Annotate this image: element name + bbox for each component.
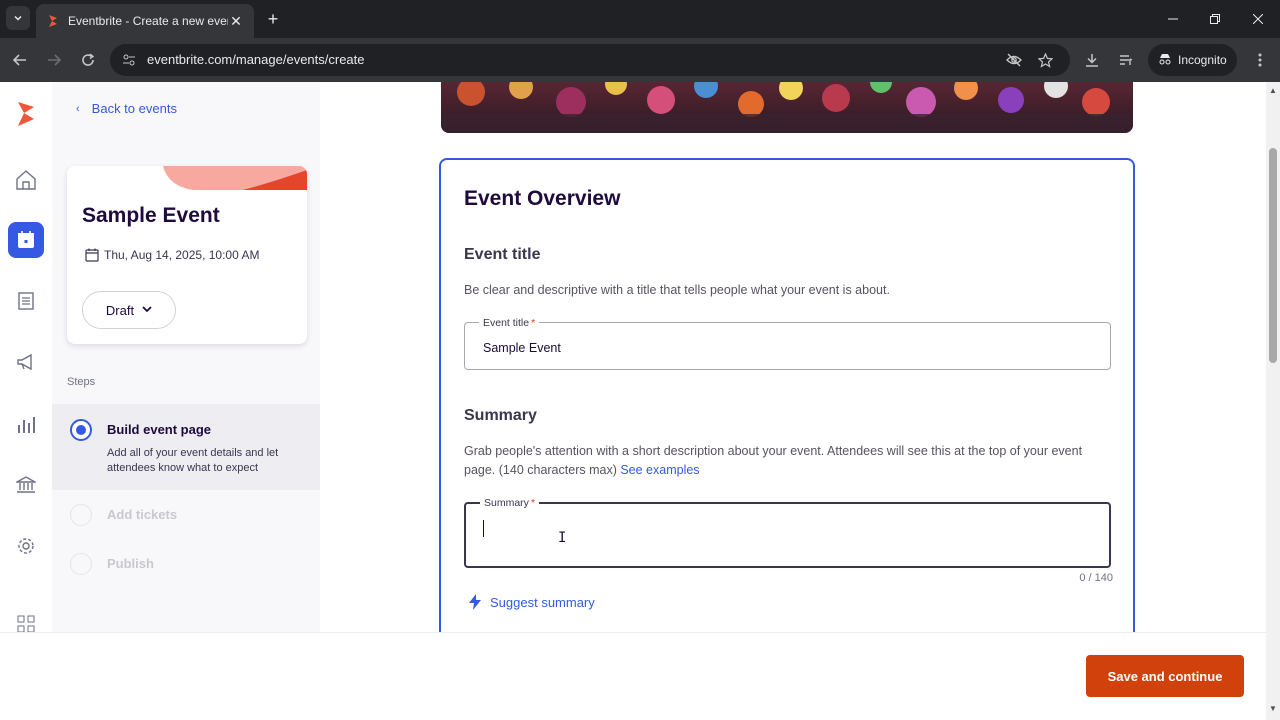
window-close-icon[interactable] (1247, 8, 1269, 30)
event-status-label: Draft (105, 302, 135, 318)
site-info-icon[interactable] (120, 51, 138, 69)
orders-list-icon[interactable] (8, 283, 44, 319)
home-icon[interactable] (8, 162, 44, 198)
incognito-indicator[interactable]: Incognito (1148, 44, 1237, 76)
suggest-summary-label: Suggest summary (490, 594, 595, 610)
download-icon[interactable] (1080, 48, 1104, 72)
tab-close-icon[interactable]: ✕ (228, 13, 244, 30)
eye-slash-icon[interactable] (1004, 50, 1024, 70)
browser-tab-bar: Eventbrite - Create a new event ✕ + (0, 0, 1280, 38)
address-bar[interactable]: eventbrite.com/manage/events/create (110, 44, 1070, 76)
step-title: Build event page (107, 422, 212, 437)
step-title: Publish (107, 556, 154, 571)
action-footer: Save and continue (0, 632, 1266, 720)
event-title-section-heading: Event title (464, 246, 541, 263)
event-sidebar: ‹ Back to events Sample Event Thu, Aug 1… (52, 82, 320, 632)
incognito-icon (1158, 53, 1172, 68)
summary-char-counter: 0 / 140 (1079, 572, 1113, 584)
scroll-up-arrow-icon[interactable]: ▲ (1266, 84, 1280, 96)
event-hero-image (441, 82, 1133, 133)
step-build-event-page[interactable]: Build event page Add all of your event d… (52, 404, 320, 490)
scroll-down-arrow-icon[interactable]: ▼ (1266, 702, 1280, 714)
back-to-events-link[interactable]: ‹ Back to events (76, 101, 177, 116)
browser-menu-kebab-icon[interactable] (1248, 48, 1272, 72)
step-add-tickets[interactable]: Add tickets (52, 500, 320, 530)
back-to-events-label: Back to events (91, 101, 177, 116)
chevron-down-icon (142, 305, 152, 316)
calendar-small-icon (85, 248, 99, 262)
event-title-help-text: Be clear and descriptive with a title th… (464, 283, 890, 297)
bookmark-star-icon[interactable] (1035, 50, 1055, 70)
main-content: Event Overview Event title Be clear and … (320, 82, 1268, 632)
step-description: Add all of your event details and let at… (107, 447, 279, 474)
suggest-summary-button[interactable]: Suggest summary (468, 594, 595, 610)
event-status-dropdown[interactable]: Draft (82, 291, 176, 329)
event-card-date: Thu, Aug 14, 2025, 10:00 AM (85, 248, 259, 262)
step-title: Add tickets (107, 507, 178, 522)
ibeam-cursor-icon: I (558, 530, 567, 546)
lightning-bolt-icon (469, 594, 481, 610)
eventbrite-app: ‹ Back to events Sample Event Thu, Aug 1… (0, 82, 1280, 720)
new-tab-button[interactable]: + (262, 8, 284, 30)
eventbrite-logo-icon[interactable] (14, 100, 38, 128)
minimize-icon[interactable] (1162, 8, 1184, 30)
card-banner-decoration (163, 166, 307, 190)
summary-textarea[interactable]: Summary * I (464, 497, 1111, 568)
step-radio-disabled-icon (70, 504, 92, 526)
reports-chart-icon[interactable] (8, 407, 44, 443)
reload-icon[interactable] (76, 48, 100, 72)
page-scrollbar[interactable]: ▲ ▼ (1266, 82, 1280, 720)
event-overview-card: Event Overview Event title Be clear and … (439, 158, 1135, 632)
media-queue-icon[interactable] (1114, 48, 1138, 72)
back-arrow-icon[interactable] (8, 48, 32, 72)
forward-arrow-icon[interactable] (42, 48, 66, 72)
scrollbar-thumb[interactable] (1269, 148, 1277, 363)
event-title-input-value[interactable]: Sample Event (483, 341, 561, 355)
settings-gear-icon[interactable] (8, 528, 44, 564)
summary-field-label: Summary * (480, 497, 540, 509)
tab-title: Eventbrite - Create a new event (68, 14, 228, 28)
incognito-label: Incognito (1178, 53, 1227, 67)
chevron-down-icon (14, 15, 22, 21)
event-date-text: Thu, Aug 14, 2025, 10:00 AM (104, 248, 260, 262)
step-radio-selected-icon (70, 419, 92, 441)
step-radio-disabled-icon (70, 553, 92, 575)
event-summary-card: Sample Event Thu, Aug 14, 2025, 10:00 AM… (67, 166, 307, 344)
steps-heading: Steps (67, 376, 96, 388)
chevron-left-icon: ‹ (76, 102, 80, 115)
event-title-field[interactable]: Event title * Sample Event (464, 317, 1111, 370)
browser-toolbar: eventbrite.com/manage/events/create Inco… (0, 38, 1280, 82)
summary-help-text: Grab people's attention with a short des… (464, 444, 1083, 477)
url-text: eventbrite.com/manage/events/create (147, 52, 365, 67)
step-publish[interactable]: Publish (52, 549, 320, 579)
nav-rail (0, 82, 52, 633)
save-and-continue-button[interactable]: Save and continue (1086, 655, 1244, 697)
calendar-icon[interactable] (8, 222, 44, 258)
summary-section-heading: Summary (464, 407, 537, 424)
eventbrite-favicon-icon (49, 15, 57, 27)
browser-tab-active[interactable]: Eventbrite - Create a new event ✕ (36, 4, 254, 38)
text-caret (483, 520, 484, 537)
overview-heading: Event Overview (464, 187, 621, 210)
event-card-title: Sample Event (82, 204, 220, 227)
event-title-field-label: Event title * (479, 317, 540, 329)
tab-search-button[interactable] (6, 6, 30, 30)
finance-bank-icon[interactable] (8, 467, 44, 503)
megaphone-icon[interactable] (8, 344, 44, 380)
restore-icon[interactable] (1204, 8, 1226, 30)
see-examples-link[interactable]: See examples (620, 463, 699, 477)
